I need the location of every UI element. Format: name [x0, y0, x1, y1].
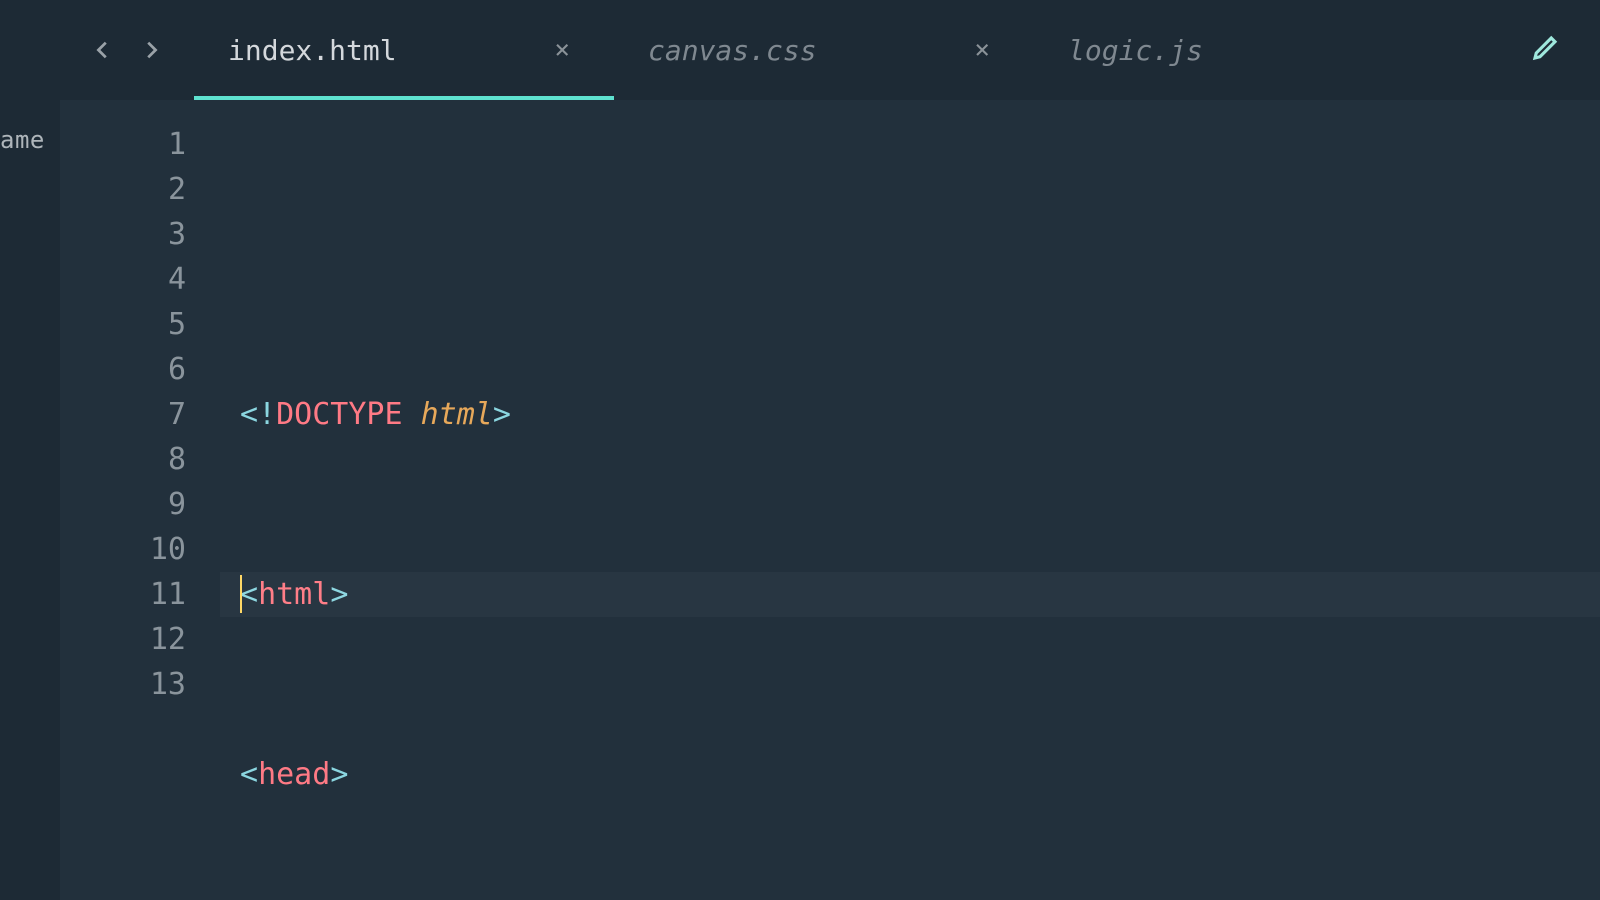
- line-number: 3: [60, 212, 186, 257]
- line-number: 1: [60, 122, 186, 167]
- code-line[interactable]: <!DOCTYPE html>: [220, 392, 1600, 437]
- edit-icon[interactable]: [1530, 33, 1560, 67]
- tab-canvas-css[interactable]: canvas.css ×: [614, 0, 1034, 100]
- project-sidebar[interactable]: ame: [0, 0, 60, 900]
- code-line[interactable]: <head>: [220, 752, 1600, 797]
- tab-index-html[interactable]: index.html ×: [194, 0, 614, 100]
- line-number: 10: [60, 527, 186, 572]
- editor-main: index.html × canvas.css × logic.js 1 2 3…: [60, 0, 1600, 900]
- line-number: 5: [60, 302, 186, 347]
- nav-forward-button[interactable]: [138, 37, 164, 63]
- line-gutter: 1 2 3 4 5 6 7 8 9 10 11 12 13: [60, 100, 220, 900]
- line-number: 7: [60, 392, 186, 437]
- line-number: 13: [60, 662, 186, 707]
- nav-back-button[interactable]: [90, 37, 116, 63]
- project-label-fragment: ame: [0, 126, 45, 154]
- tab-logic-js[interactable]: logic.js: [1034, 0, 1454, 100]
- code-editor[interactable]: 1 2 3 4 5 6 7 8 9 10 11 12 13 <!DOCTYPE …: [60, 100, 1600, 900]
- line-number: 2: [60, 167, 186, 212]
- tab-label: logic.js: [1068, 34, 1203, 67]
- line-number: 8: [60, 437, 186, 482]
- text-cursor: [240, 575, 242, 613]
- tab-bar: index.html × canvas.css × logic.js: [60, 0, 1600, 100]
- line-number: 11: [60, 572, 186, 617]
- close-icon[interactable]: ×: [554, 37, 570, 63]
- line-number: 6: [60, 347, 186, 392]
- tab-label: canvas.css: [648, 34, 817, 67]
- tab-label: index.html: [228, 34, 397, 67]
- close-icon[interactable]: ×: [974, 37, 990, 63]
- tab-nav: [90, 37, 164, 63]
- line-number: 9: [60, 482, 186, 527]
- line-number: 12: [60, 617, 186, 662]
- code-line[interactable]: <html>: [220, 572, 1600, 617]
- line-number: 4: [60, 257, 186, 302]
- code-area[interactable]: <!DOCTYPE html> <html> <head> <title>HTM…: [220, 100, 1600, 900]
